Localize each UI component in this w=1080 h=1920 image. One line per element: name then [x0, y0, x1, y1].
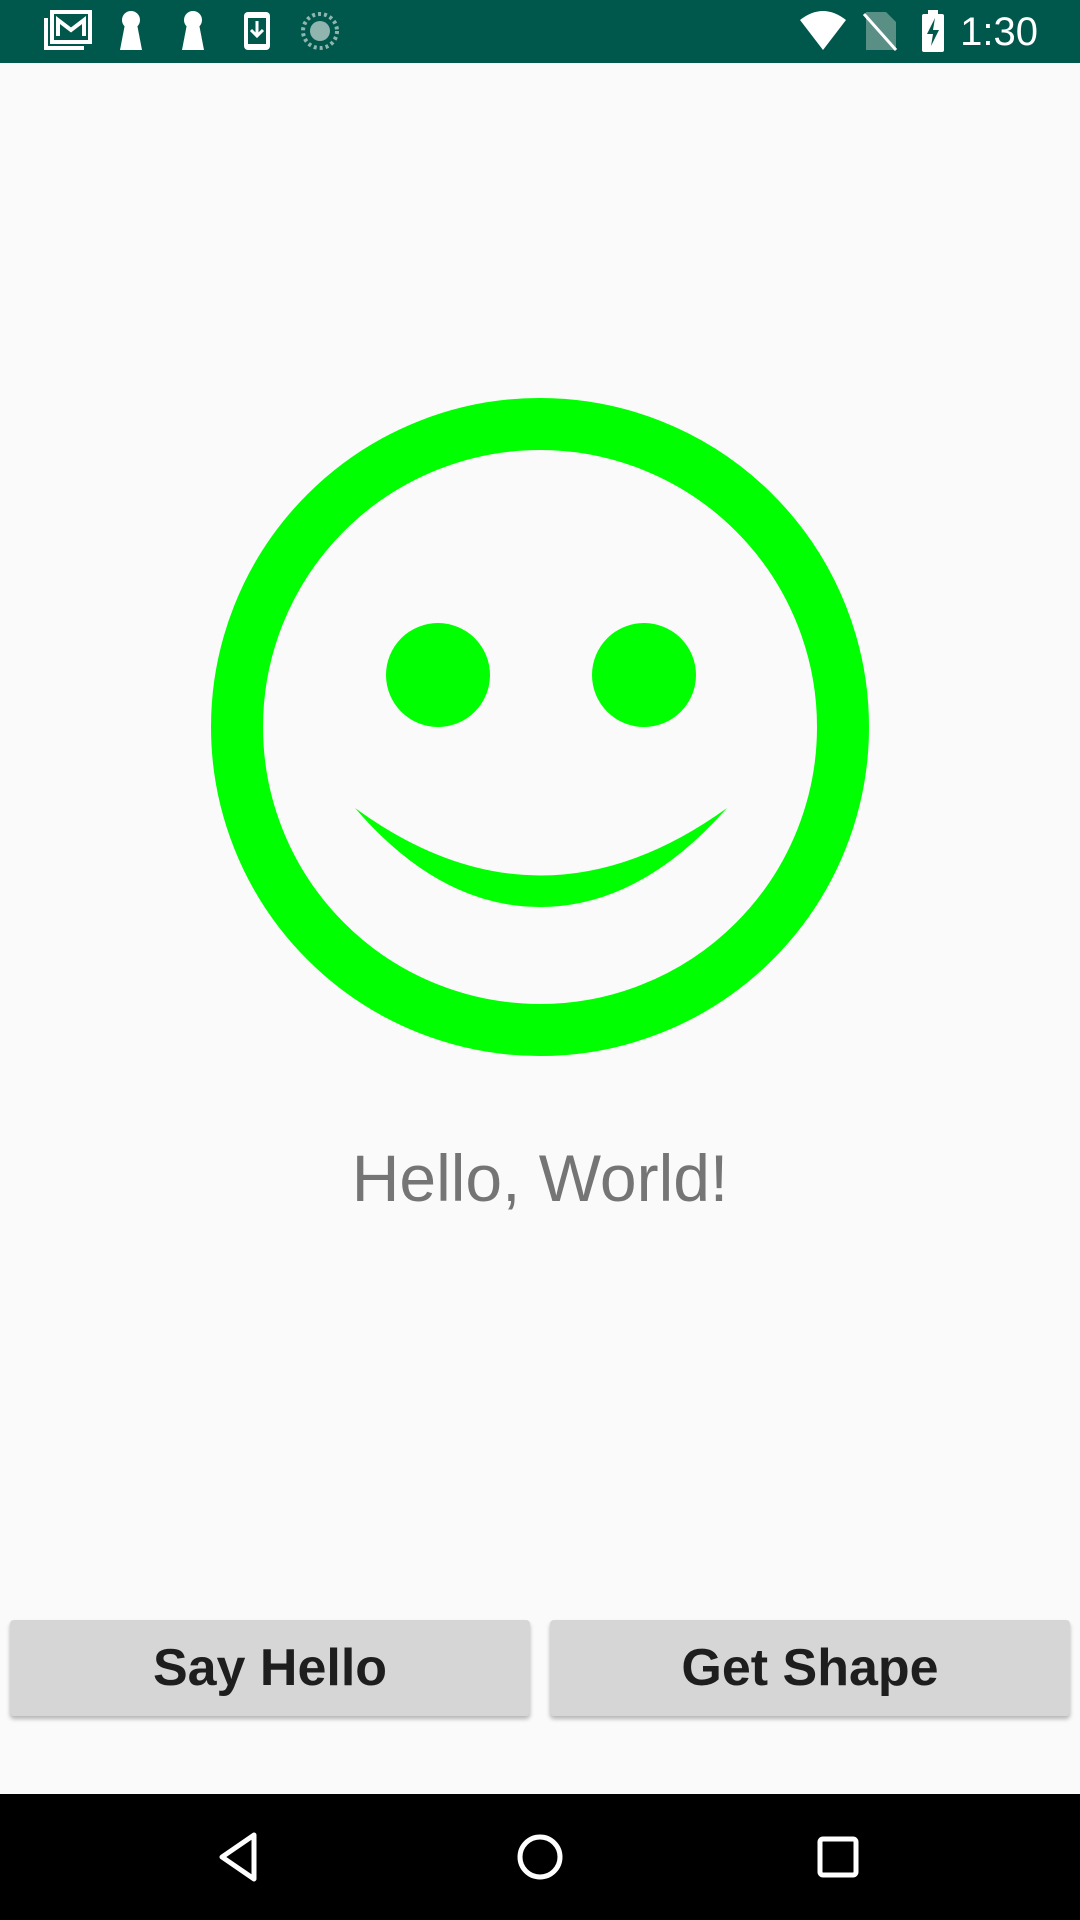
get-shape-button[interactable]: Get Shape — [550, 1620, 1070, 1716]
keyhole-icon — [120, 11, 142, 50]
sync-icon — [301, 12, 339, 50]
smiley-face-icon — [211, 398, 869, 1056]
gmail-icon — [44, 10, 92, 50]
status-bar: 1:30 — [0, 0, 1080, 63]
keyhole-icon — [182, 11, 204, 50]
greeting-text: Hello, World! — [351, 1141, 729, 1215]
no-sim-icon — [862, 12, 898, 51]
navigation-bar — [0, 1794, 1080, 1920]
say-hello-button[interactable]: Say Hello — [10, 1620, 530, 1716]
download-icon — [244, 12, 270, 50]
home-icon[interactable] — [510, 1827, 570, 1887]
battery-charging-icon — [922, 10, 944, 52]
recents-icon[interactable] — [808, 1827, 868, 1887]
status-time: 1:30 — [960, 10, 1038, 54]
back-icon[interactable] — [210, 1827, 270, 1887]
wifi-icon — [800, 11, 846, 50]
